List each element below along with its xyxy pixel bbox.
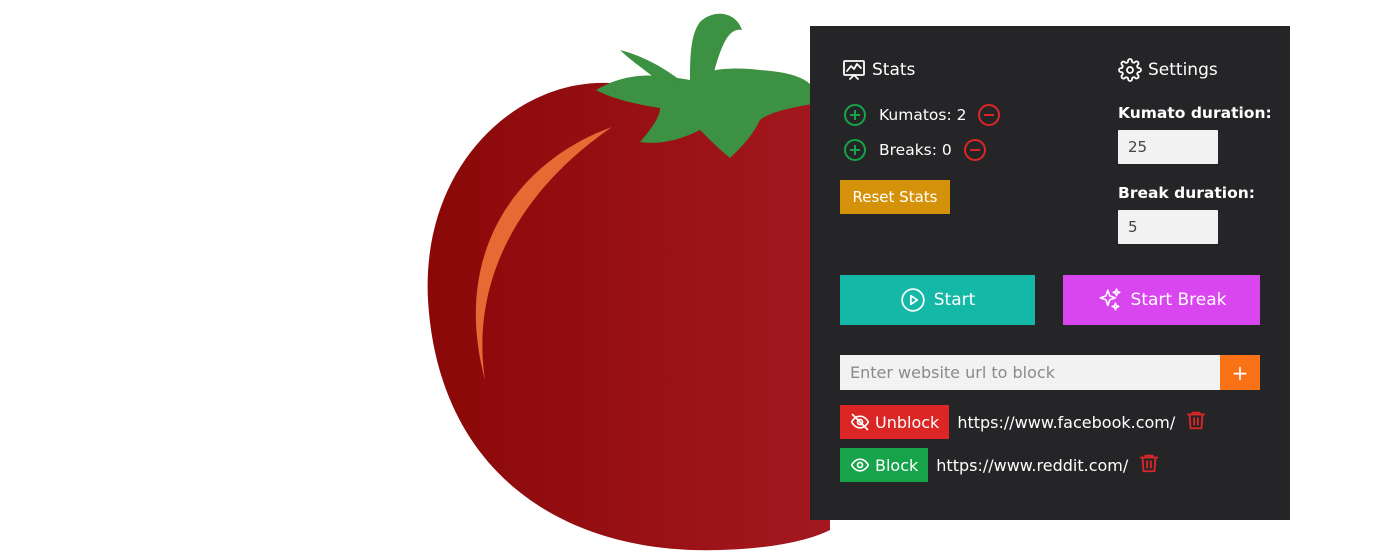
unblock-button[interactable]: Unblock [840,405,950,439]
start-button[interactable]: Start [840,275,1035,325]
eye-off-icon [850,412,870,432]
kumatos-count: Kumatos: 2 [879,106,967,124]
trash-icon[interactable] [1185,409,1207,435]
site-url: https://www.facebook.com/ [957,412,1176,432]
unblock-label: Unblock [875,412,940,432]
stats-header: Stats [842,58,915,82]
start-label: Start [933,290,976,310]
break-duration-input[interactable] [1118,210,1218,244]
reset-stats-button[interactable]: Reset Stats [840,180,950,214]
settings-header: Settings [1118,58,1218,82]
eye-icon [850,455,870,475]
kumato-duration-label: Kumato duration: [1118,104,1272,122]
site-url: https://www.reddit.com/ [936,455,1129,475]
block-button[interactable]: Block [840,448,929,482]
stats-title: Stats [872,60,916,80]
minus-circle-icon[interactable] [976,102,1002,128]
block-label: Block [875,455,919,475]
extension-panel: Stats Kumatos: 2 Breaks: 0 Reset Stats S… [810,26,1290,520]
start-break-label: Start Break [1130,290,1227,310]
minus-circle-icon[interactable] [962,137,988,163]
play-circle-icon [900,287,926,313]
plus-circle-icon[interactable] [842,102,868,128]
block-url-input[interactable] [840,355,1220,390]
kumato-duration-input[interactable] [1118,130,1218,164]
allowed-site-row: Block https://www.reddit.com/ [840,448,1160,482]
gear-icon [1118,58,1142,82]
add-url-button[interactable]: + [1220,355,1260,390]
breaks-row: Breaks: 0 [842,137,988,163]
trash-icon[interactable] [1138,452,1160,478]
settings-title: Settings [1148,60,1218,80]
start-break-button[interactable]: Start Break [1063,275,1260,325]
break-duration-label: Break duration: [1118,184,1255,202]
breaks-count: Breaks: 0 [879,141,952,159]
chart-icon [842,58,866,82]
blocked-site-row: Unblock https://www.facebook.com/ [840,405,1207,439]
plus-circle-icon[interactable] [842,137,868,163]
kumatos-row: Kumatos: 2 [842,102,1002,128]
sparkles-icon [1097,287,1123,313]
